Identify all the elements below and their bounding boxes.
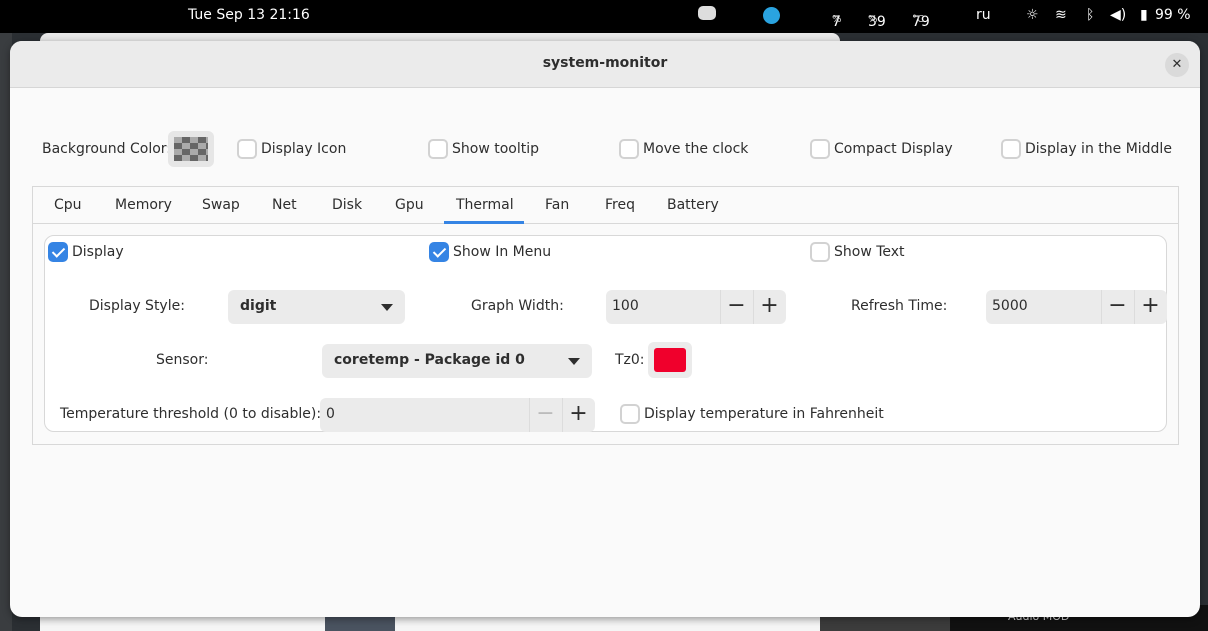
- window-title: system-monitor: [542, 55, 668, 71]
- display-style-dropdown[interactable]: digit: [228, 290, 405, 324]
- bluetooth-icon[interactable]: ᛒ: [1086, 7, 1094, 23]
- display-style-label: Display Style:: [89, 298, 185, 314]
- checkbox-label: Display temperature in Fahrenheit: [644, 406, 884, 422]
- checkbox-unchecked[interactable]: [620, 404, 640, 424]
- thermal-panel: Display Show In Menu Show Text Display S…: [44, 235, 1167, 432]
- discord-icon[interactable]: [698, 6, 716, 20]
- settings-window: system-monitor ✕ Background Color: Displ…: [10, 41, 1200, 617]
- volume-icon[interactable]: ◀): [1110, 7, 1126, 23]
- decrement-button[interactable]: −: [529, 398, 561, 432]
- tab-memory[interactable]: Memory: [115, 197, 172, 213]
- tab-cpu[interactable]: Cpu: [54, 197, 82, 213]
- display-middle-checkbox[interactable]: Display in the Middle: [1001, 139, 1172, 159]
- graph-width-spinner[interactable]: 100− +: [606, 290, 786, 324]
- checkbox-checked[interactable]: [429, 242, 449, 262]
- refresh-time-label: Refresh Time:: [851, 298, 948, 314]
- tz0-color-swatch: [654, 348, 686, 372]
- checkbox-unchecked[interactable]: [619, 139, 639, 159]
- checkbox-label: Display in the Middle: [1025, 141, 1172, 157]
- decrement-button[interactable]: −: [720, 290, 752, 324]
- checkbox-unchecked[interactable]: [810, 139, 830, 159]
- increment-button[interactable]: +: [753, 290, 785, 324]
- keyboard-layout[interactable]: ru: [976, 7, 991, 23]
- checkbox-label: Show Text: [834, 244, 905, 260]
- tz0-label: Tz0:: [615, 352, 645, 368]
- transparent-swatch: [174, 137, 208, 161]
- chevron-down-icon: [568, 358, 580, 365]
- threshold-spinner[interactable]: 0− +: [320, 398, 595, 432]
- tab-net[interactable]: Net: [272, 197, 297, 213]
- show-text-checkbox[interactable]: Show Text: [810, 242, 905, 262]
- tz0-color-button[interactable]: [648, 342, 692, 378]
- tab-disk[interactable]: Disk: [332, 197, 362, 213]
- checkbox-label: Show In Menu: [453, 244, 552, 260]
- checkbox-label: Show tooltip: [452, 141, 540, 157]
- checkbox-checked[interactable]: [48, 242, 68, 262]
- fahrenheit-checkbox[interactable]: Display temperature in Fahrenheit: [620, 404, 884, 424]
- background-color-label: Background Color:: [42, 141, 171, 157]
- brightness-icon[interactable]: ☼: [1026, 7, 1039, 23]
- checkbox-unchecked[interactable]: [810, 242, 830, 262]
- checkbox-label: Compact Display: [834, 141, 953, 157]
- checkbox-label: Display Icon: [261, 141, 347, 157]
- top-bar: Tue Sep 13 21:16 7 % 39 % 79 °C ru ☼ ≋ ᛒ…: [0, 0, 1208, 33]
- show-in-menu-checkbox[interactable]: Show In Menu: [429, 242, 551, 262]
- battery-icon[interactable]: ▮: [1140, 7, 1148, 23]
- header-bar: system-monitor ✕: [10, 41, 1200, 88]
- increment-button[interactable]: +: [562, 398, 594, 432]
- wifi-icon[interactable]: ≋: [1055, 7, 1067, 23]
- battery-percent: 99 %: [1155, 7, 1191, 23]
- tab-freq[interactable]: Freq: [605, 197, 635, 213]
- telegram-icon[interactable]: [763, 7, 780, 24]
- decrement-button[interactable]: −: [1101, 290, 1133, 324]
- display-checkbox[interactable]: Display: [48, 242, 124, 262]
- compact-display-checkbox[interactable]: Compact Display: [810, 139, 953, 159]
- checkbox-unchecked[interactable]: [1001, 139, 1021, 159]
- checkbox-label: Move the clock: [643, 141, 749, 157]
- checkbox-label: Display: [72, 244, 124, 260]
- sensor-dropdown[interactable]: coretemp - Package id 0: [322, 344, 592, 378]
- show-tooltip-checkbox[interactable]: Show tooltip: [428, 139, 539, 159]
- tab-battery[interactable]: Battery: [667, 197, 719, 213]
- tab-bar: Cpu Memory Swap Net Disk Gpu Thermal Fan…: [33, 187, 1178, 224]
- background-color-button[interactable]: [168, 131, 214, 167]
- background-window: [820, 617, 950, 631]
- threshold-label: Temperature threshold (0 to disable):: [60, 406, 322, 422]
- active-tab-indicator: [444, 221, 524, 224]
- tab-thermal[interactable]: Thermal: [456, 197, 514, 213]
- background-window: [325, 617, 395, 631]
- clock[interactable]: Tue Sep 13 21:16: [188, 7, 310, 23]
- increment-button[interactable]: +: [1134, 290, 1166, 324]
- chevron-down-icon: [381, 304, 393, 311]
- move-clock-checkbox[interactable]: Move the clock: [619, 139, 748, 159]
- display-icon-checkbox[interactable]: Display Icon: [237, 139, 346, 159]
- tab-gpu[interactable]: Gpu: [395, 197, 424, 213]
- close-button[interactable]: ✕: [1165, 53, 1189, 77]
- refresh-time-spinner[interactable]: 5000− +: [986, 290, 1167, 324]
- tab-fan[interactable]: Fan: [545, 197, 569, 213]
- notebook: Cpu Memory Swap Net Disk Gpu Thermal Fan…: [32, 186, 1179, 445]
- sensor-label: Sensor:: [156, 352, 209, 368]
- graph-width-label: Graph Width:: [471, 298, 564, 314]
- checkbox-unchecked[interactable]: [428, 139, 448, 159]
- tab-swap[interactable]: Swap: [202, 197, 240, 213]
- checkbox-unchecked[interactable]: [237, 139, 257, 159]
